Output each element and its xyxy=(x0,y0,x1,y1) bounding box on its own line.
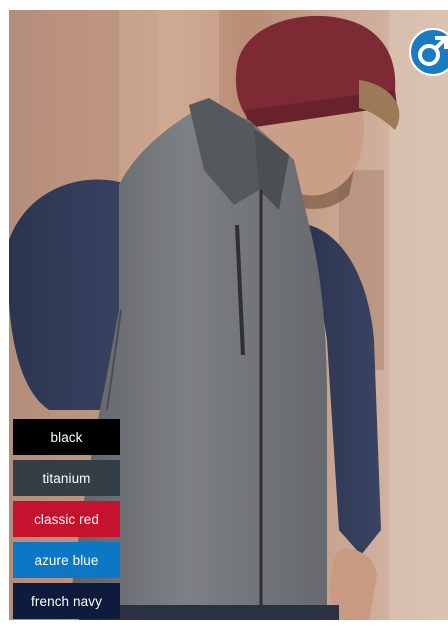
color-swatch[interactable]: black xyxy=(13,419,120,455)
male-badge xyxy=(409,28,448,76)
male-symbol-icon xyxy=(418,35,448,66)
color-swatch[interactable]: azure blue xyxy=(13,542,120,578)
swatch-label: black xyxy=(50,429,83,445)
color-swatch-list: black titanium classic red azure blue fr… xyxy=(13,419,120,624)
swatch-label: classic red xyxy=(34,511,99,527)
color-swatch[interactable]: french navy xyxy=(13,583,120,619)
color-swatch[interactable]: titanium xyxy=(13,460,120,496)
swatch-label: french navy xyxy=(31,593,102,609)
swatch-label: azure blue xyxy=(34,552,99,568)
color-swatch[interactable]: classic red xyxy=(13,501,120,537)
swatch-label: titanium xyxy=(42,470,91,486)
